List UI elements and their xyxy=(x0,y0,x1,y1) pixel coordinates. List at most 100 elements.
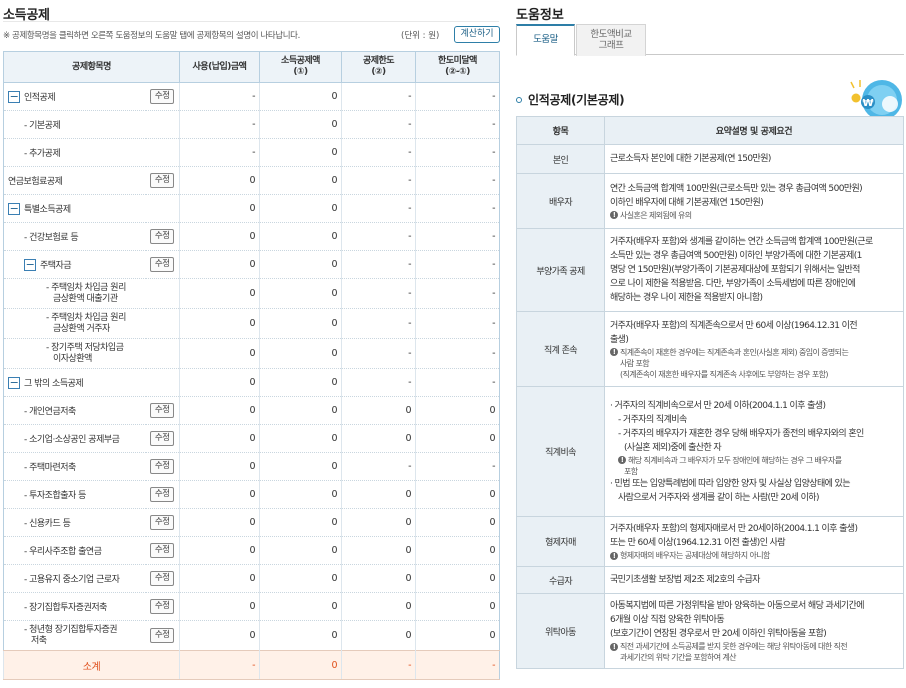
cell-over: - xyxy=(415,452,500,481)
edit-button[interactable]: 수정 xyxy=(150,89,175,104)
table-row: - 우리사주조합 출연금 수정 0 0 0 0 xyxy=(3,536,500,565)
edit-button[interactable]: 수정 xyxy=(150,431,175,446)
edit-button[interactable]: 수정 xyxy=(150,487,175,502)
cell-amount: - xyxy=(179,138,260,167)
minus-toggle-icon[interactable]: − xyxy=(8,91,20,104)
table-row: - 기본공제 -0- - xyxy=(3,110,500,139)
cell-over: 0 xyxy=(415,620,500,651)
cell-amount: 0 xyxy=(179,166,260,195)
deduction-item-name[interactable]: - 고용유지 중소기업 근로자 xyxy=(3,564,146,593)
cell-over: 0 xyxy=(415,536,500,565)
help-title: 도움정보 xyxy=(516,8,564,23)
total-limit: - xyxy=(341,650,416,680)
table-row: - 소기업·소상공인 공제부금 수정 0 0 0 0 xyxy=(3,424,500,453)
cell-limit: - xyxy=(341,250,416,279)
edit-cell xyxy=(145,138,180,167)
edit-cell: 수정 xyxy=(145,536,180,565)
col-header-amount: 사용(납입)금액 xyxy=(179,51,260,83)
cell-over: - xyxy=(415,194,500,223)
cell-limit: - xyxy=(341,368,416,397)
deduction-item-name[interactable]: - 우리사주조합 출연금 xyxy=(3,536,146,565)
exclamation-icon: ! xyxy=(610,211,618,219)
help-item-desc: 거주자(배우자 포함)의 직계존속으로서 만 60세 이상(1964.12.31… xyxy=(604,311,904,387)
edit-cell: 수정 xyxy=(145,424,180,453)
deduction-item-name[interactable]: - 주택마련저축 xyxy=(3,452,146,481)
deduction-item-name[interactable]: - 기본공제 xyxy=(3,110,146,139)
cell-deduct: 0 xyxy=(259,452,342,481)
cell-limit: 0 xyxy=(341,620,416,651)
edit-button[interactable]: 수정 xyxy=(150,628,175,643)
cell-amount: 0 xyxy=(179,308,260,339)
help-item-label: 배우자 xyxy=(516,173,605,229)
help-row-descendants: 직계비속 · 거주자의 직계비속으로서 만 20세 이하(2004.1.1 이후… xyxy=(516,386,904,517)
tab-limit-compare-graph[interactable]: 한도액비교 그래프 xyxy=(576,24,646,56)
cell-amount: 0 xyxy=(179,368,260,397)
cell-deduct: 0 xyxy=(259,424,342,453)
edit-button[interactable]: 수정 xyxy=(150,403,175,418)
deduction-item-name[interactable]: - 신용카드 등 xyxy=(3,508,146,537)
cell-limit: - xyxy=(341,222,416,251)
deduction-item-name[interactable]: - 장기집합투자증권저축 xyxy=(3,592,146,621)
table-row: - 추가공제 -0- - xyxy=(3,138,500,167)
deduction-item-name[interactable]: − 주택자금 xyxy=(3,250,146,279)
deduction-item-name[interactable]: - 청년형 장기집합투자증권 저축 xyxy=(3,620,146,651)
unit-label: (단위 : 원) xyxy=(401,31,440,41)
help-row-spouse: 배우자 연간 소득금액 합계액 100만원(근로소득만 있는 경우 총급여액 5… xyxy=(516,173,904,229)
edit-button[interactable]: 수정 xyxy=(150,459,175,474)
tab-help[interactable]: 도움말 xyxy=(516,24,575,56)
deduction-item-name[interactable]: - 장기주택 저당차입금 이자상환액 xyxy=(3,338,146,369)
help-row-dependents: 부양가족 공제 거주자(배우자 포함)와 생계를 같이하는 연간 소득금액 합계… xyxy=(516,228,904,312)
edit-button[interactable]: 수정 xyxy=(150,599,175,614)
table-row: − 그 밖의 소득공제 0 0- - xyxy=(3,368,500,397)
cell-amount: 0 xyxy=(179,452,260,481)
edit-button[interactable]: 수정 xyxy=(150,571,175,586)
help-row-beneficiary: 수급자 국민기초생활 보장법 제2조 제2호의 수급자 xyxy=(516,566,904,594)
help-row-siblings: 형제자매 거주자(배우자 포함)의 형제자매로서 만 20세이하(2004.1.… xyxy=(516,516,904,567)
deduction-item-name[interactable]: - 개인연금저축 xyxy=(3,396,146,425)
help-row-self: 본인 근로소득자 본인에 대한 기본공제(연 150만원) xyxy=(516,144,904,174)
cell-deduct: 0 xyxy=(259,138,342,167)
edit-button[interactable]: 수정 xyxy=(150,173,175,188)
deduction-item-name[interactable]: − 인적공제 xyxy=(3,82,146,111)
cell-over: 0 xyxy=(415,396,500,425)
cell-over: 0 xyxy=(415,424,500,453)
cell-amount: 0 xyxy=(179,222,260,251)
edit-button[interactable]: 수정 xyxy=(150,257,175,272)
table-row: - 주택마련저축 수정 0 0- - xyxy=(3,452,500,481)
edit-button[interactable]: 수정 xyxy=(150,543,175,558)
minus-toggle-icon[interactable]: − xyxy=(8,203,20,216)
minus-toggle-icon[interactable]: − xyxy=(8,377,20,390)
edit-button[interactable]: 수정 xyxy=(150,229,175,244)
cell-limit: 0 xyxy=(341,592,416,621)
deduction-item-name[interactable]: 연금보험료공제 xyxy=(3,166,146,195)
help-item-label: 부양가족 공제 xyxy=(516,228,605,312)
deduction-item-name[interactable]: - 투자조합출자 등 xyxy=(3,480,146,509)
help-item-label: 위탁아동 xyxy=(516,593,605,669)
help-item-label: 본인 xyxy=(516,144,605,174)
cell-deduct: 0 xyxy=(259,250,342,279)
col-header-limit: 공제한도 (②) xyxy=(341,51,416,83)
minus-toggle-icon[interactable]: − xyxy=(24,259,36,272)
deduction-item-name[interactable]: - 주택임차 차입금 원리 금상환액 대출기관 xyxy=(3,278,146,309)
cell-amount: 0 xyxy=(179,536,260,565)
deduction-item-name[interactable]: − 그 밖의 소득공제 xyxy=(3,368,146,397)
help-row-ascendants: 직계 존속 거주자(배우자 포함)의 직계존속으로서 만 60세 이상(1964… xyxy=(516,311,904,387)
deduction-item-name[interactable]: - 주택임차 차입금 원리 금상환액 거주자 xyxy=(3,308,146,339)
deduction-item-name[interactable]: - 건강보험료 등 xyxy=(3,222,146,251)
cell-amount: 0 xyxy=(179,480,260,509)
edit-cell: 수정 xyxy=(145,592,180,621)
edit-button[interactable]: 수정 xyxy=(150,515,175,530)
deduction-item-name[interactable]: - 소기업·소상공인 공제부금 xyxy=(3,424,146,453)
calculate-button[interactable]: 계산하기 xyxy=(454,26,500,43)
deduction-item-name[interactable]: − 특별소득공제 xyxy=(3,194,146,223)
cell-amount: 0 xyxy=(179,396,260,425)
cell-amount: - xyxy=(179,110,260,139)
cell-limit: - xyxy=(341,138,416,167)
cell-deduct: 0 xyxy=(259,396,342,425)
cell-limit: 0 xyxy=(341,480,416,509)
cell-deduct: 0 xyxy=(259,194,342,223)
deduction-item-name[interactable]: - 추가공제 xyxy=(3,138,146,167)
section-title: 인적공제(기본공제) xyxy=(516,91,625,108)
cell-amount: 0 xyxy=(179,564,260,593)
cell-limit: 0 xyxy=(341,536,416,565)
